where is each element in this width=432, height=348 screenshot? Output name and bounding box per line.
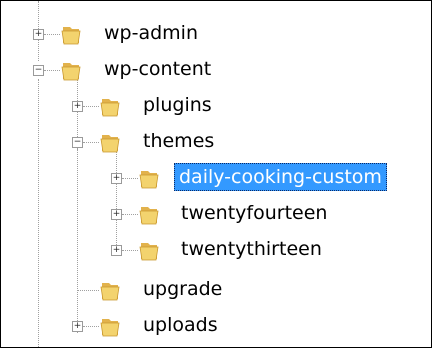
tree-item-label: themes: [143, 130, 215, 152]
tree-item-plugins[interactable]: + plugins: [1, 89, 431, 123]
collapse-icon[interactable]: −: [33, 65, 44, 76]
folder-icon: [100, 283, 120, 301]
tree-item-uploads[interactable]: + uploads: [1, 309, 431, 343]
tree-item-daily-cooking-custom[interactable]: + daily-cooking-custom: [1, 161, 431, 195]
expand-icon[interactable]: +: [111, 173, 122, 184]
expand-icon[interactable]: +: [111, 245, 122, 256]
tree-item-label: uploads: [143, 314, 218, 336]
expand-icon[interactable]: +: [111, 209, 122, 220]
folder-icon: [100, 319, 120, 337]
folder-icon: [139, 171, 159, 189]
tree-item-twentyfourteen[interactable]: + twentyfourteen: [1, 197, 431, 231]
expand-icon[interactable]: +: [72, 101, 83, 112]
folder-icon: [61, 63, 81, 81]
tree-item-themes[interactable]: − themes: [1, 125, 431, 159]
folder-icon: [139, 207, 159, 225]
tree-item-wp-content[interactable]: − wp-content: [1, 53, 431, 87]
tree-item-label: twentyfourteen: [181, 202, 328, 224]
tree-item-label: upgrade: [143, 278, 223, 300]
tree-item-wp-admin[interactable]: + wp-admin: [1, 17, 431, 51]
tree-item-label: wp-admin: [104, 22, 198, 44]
tree-item-label-selected: daily-cooking-custom: [174, 163, 387, 191]
tree-item-twentythirteen[interactable]: + twentythirteen: [1, 233, 431, 267]
expand-icon[interactable]: +: [33, 29, 44, 40]
collapse-icon[interactable]: −: [72, 137, 83, 148]
folder-tree: + wp-admin − wp-content + plugins − them…: [0, 0, 432, 348]
tree-item-label: twentythirteen: [181, 238, 322, 260]
folder-icon: [100, 135, 120, 153]
folder-icon: [139, 243, 159, 261]
expand-icon[interactable]: +: [72, 321, 83, 332]
tree-item-label: wp-content: [104, 58, 212, 80]
folder-icon: [61, 27, 81, 45]
tree-item-upgrade[interactable]: upgrade: [1, 273, 431, 307]
tree-item-label: plugins: [143, 94, 212, 116]
folder-icon: [100, 99, 120, 117]
